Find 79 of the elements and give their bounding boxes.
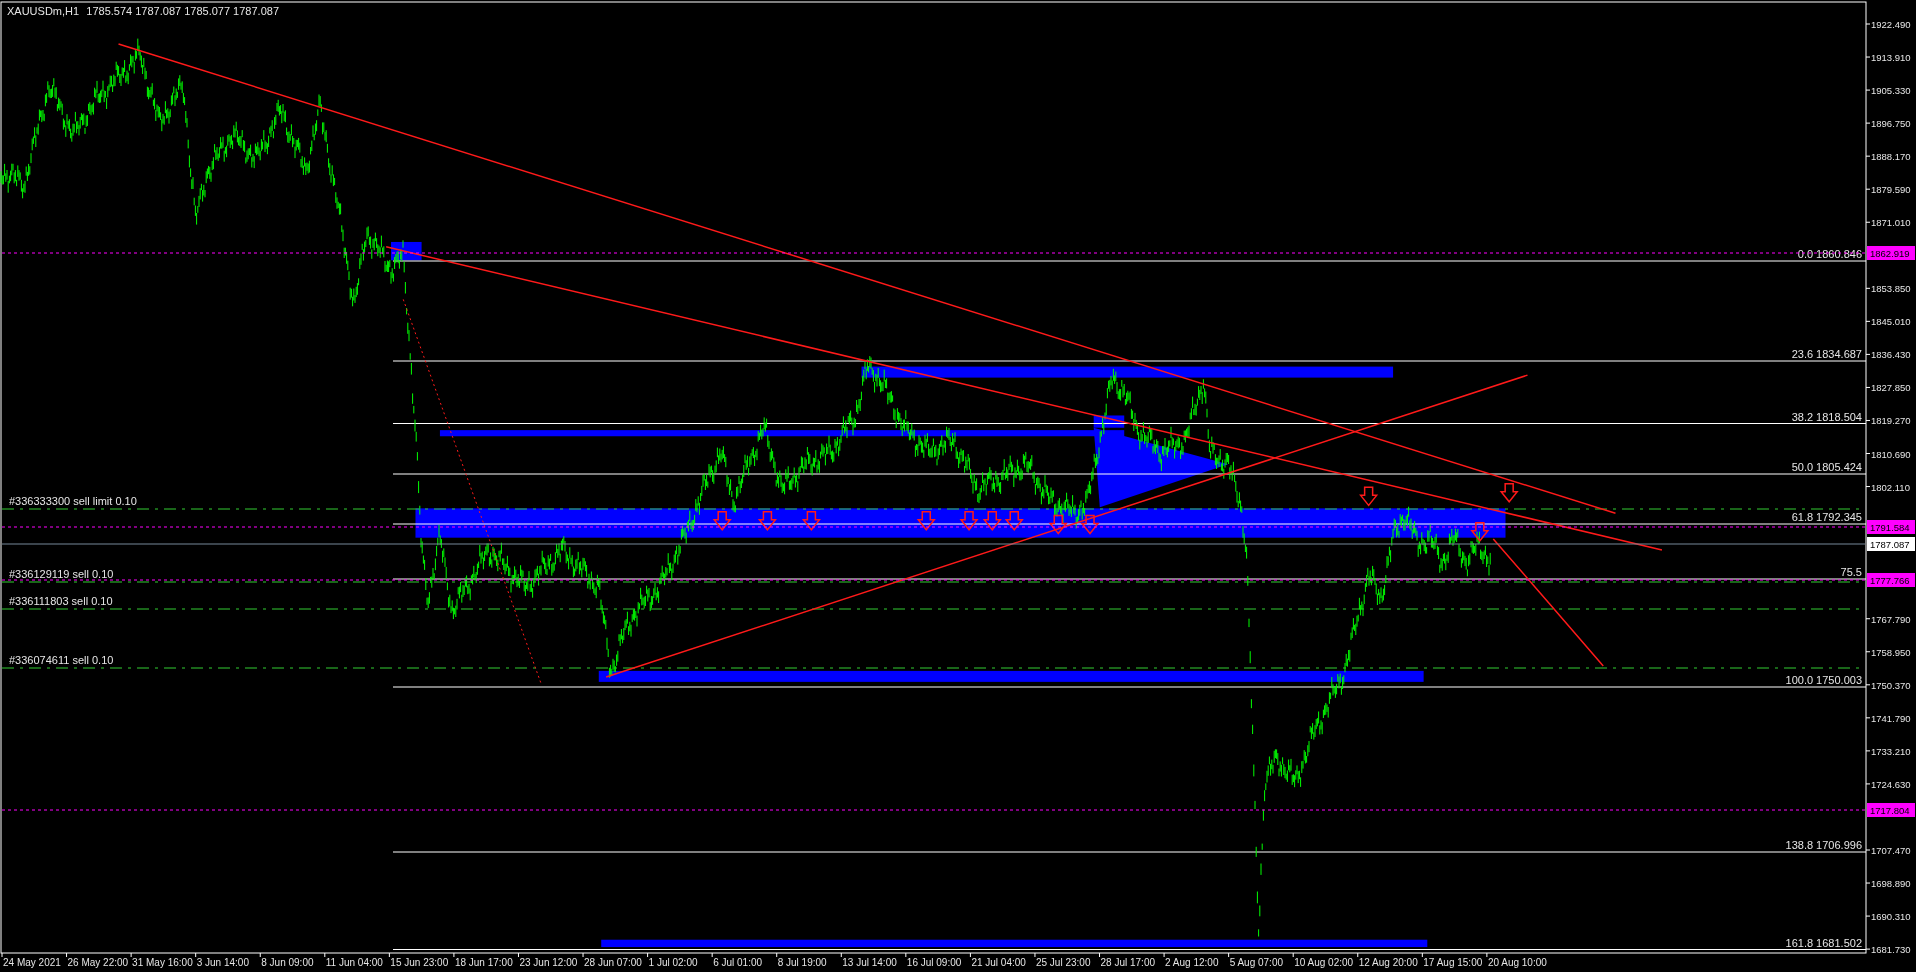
order-label: #336333300 sell limit 0.10 xyxy=(9,495,137,507)
time-axis-label: 26 May 22:00 xyxy=(67,957,129,968)
time-axis-label: 12 Aug 20:00 xyxy=(1358,957,1418,968)
down-arrow-icon xyxy=(757,511,777,531)
price-axis-label: 1845.010 xyxy=(1871,316,1911,328)
price-axis-label: 1879.590 xyxy=(1871,184,1911,196)
time-axis-label: 13 Jul 14:00 xyxy=(842,957,897,968)
price-tag: 1777.766 xyxy=(1867,573,1915,587)
fib-level-label: 75.5 xyxy=(1840,566,1862,578)
time-axis-label: 28 Jun 07:00 xyxy=(584,957,642,968)
time-axis-label: 5 Aug 07:00 xyxy=(1229,957,1284,968)
down-arrow-icon xyxy=(1470,522,1490,542)
price-axis-label: 1853.850 xyxy=(1871,283,1911,295)
order-label: #336074611 sell 0.10 xyxy=(9,654,114,666)
price-axis-label: 1802.110 xyxy=(1871,481,1910,493)
fib-level-label: 38.2 1818.504 xyxy=(1791,410,1862,423)
price-tag: 1862.919 xyxy=(1867,246,1915,260)
price-axis-label: 1905.330 xyxy=(1871,85,1911,97)
down-arrow-icon xyxy=(1080,514,1100,535)
down-arrow-icon xyxy=(801,511,821,531)
time-axis-label: 2 Aug 12:00 xyxy=(1165,957,1219,968)
chart-header: XAUUSDm,H1 1785.574 1787.087 1785.077 1787.087 xyxy=(7,5,279,17)
time-axis-label: 17 Aug 15:00 xyxy=(1423,957,1483,968)
price-axis-label: 1810.690 xyxy=(1871,448,1911,460)
order-label: #336111803 sell 0.10 xyxy=(9,595,113,607)
fib-level-label: 0.0 1860.846 xyxy=(1797,248,1862,260)
price-axis-label: 1896.750 xyxy=(1871,118,1911,130)
time-axis-label: 1 Jul 02:00 xyxy=(648,957,698,968)
time-axis-label: 21 Jul 04:00 xyxy=(971,957,1026,968)
down-arrow-icon xyxy=(1048,514,1068,535)
price-tag: 1717.804 xyxy=(1867,803,1915,817)
fib-level-label: 50.0 1805.424 xyxy=(1791,461,1862,473)
time-axis-label: 24 May 2021 xyxy=(3,957,61,968)
down-arrow-icon xyxy=(959,511,979,531)
time-axis-label: 31 May 16:00 xyxy=(132,957,193,968)
price-tag: 1791.584 xyxy=(1867,520,1915,534)
down-arrow-icon xyxy=(1359,486,1379,507)
price-axis-label: 1733.210 xyxy=(1871,745,1911,757)
down-arrow-icon xyxy=(1499,482,1519,503)
price-axis-label: 1698.890 xyxy=(1871,878,1911,890)
time-axis-label: 8 Jun 09:00 xyxy=(261,957,314,968)
order-label: #336129119 sell 0.10 xyxy=(9,568,114,580)
down-arrow-icon xyxy=(982,511,1002,531)
price-axis-label: 1888.170 xyxy=(1871,151,1911,163)
price-axis-label: 1819.270 xyxy=(1871,415,1911,427)
fib-level-label: 138.8 1706.996 xyxy=(1785,839,1862,851)
price-axis-label: 1758.950 xyxy=(1871,646,1911,658)
price-axis-label: 1724.630 xyxy=(1871,778,1911,790)
price-axis-label: 1922.490 xyxy=(1871,19,1911,30)
time-axis-label: 16 Jul 09:00 xyxy=(906,957,962,968)
time-axis-label: 18 Jun 17:00 xyxy=(454,957,513,968)
time-axis-label: 15 Jun 23:00 xyxy=(390,957,449,968)
price-axis-label: 1681.730 xyxy=(1871,944,1911,956)
price-axis-label: 1707.470 xyxy=(1871,845,1911,856)
price-tag: 1787.087 xyxy=(1867,537,1915,551)
down-arrow-icon xyxy=(1004,511,1024,531)
time-axis-label: 28 Jul 17:00 xyxy=(1100,957,1155,968)
time-axis-label: 23 Jun 12:00 xyxy=(519,957,578,968)
time-axis-label: 8 Jul 19:00 xyxy=(777,957,827,968)
time-axis-label: 11 Jun 04:00 xyxy=(325,957,383,968)
price-axis-label: 1827.850 xyxy=(1871,382,1911,394)
down-arrow-icon xyxy=(916,511,936,531)
price-axis-label: 1767.790 xyxy=(1871,613,1911,625)
fib-level-label: 23.6 1834.687 xyxy=(1791,348,1862,360)
fib-level-label: 161.8 1681.502 xyxy=(1785,936,1862,949)
price-axis-label: 1690.310 xyxy=(1871,911,1911,923)
fib-level-label: 100.0 1750.003 xyxy=(1785,674,1862,686)
time-axis-label: 25 Jul 23:00 xyxy=(1035,957,1091,968)
price-axis-label: 1913.910 xyxy=(1871,52,1911,64)
price-axis-label: 1750.370 xyxy=(1871,679,1911,691)
fib-level-label: 61.8 1792.345 xyxy=(1791,511,1862,523)
price-axis-label: 1741.790 xyxy=(1871,712,1911,724)
down-arrow-icon xyxy=(712,511,732,531)
time-axis-label: 3 Jun 14:00 xyxy=(196,957,249,968)
price-axis-label: 1836.430 xyxy=(1871,349,1911,361)
time-axis-label: 6 Jul 01:00 xyxy=(713,957,763,968)
time-axis-label: 20 Aug 10:00 xyxy=(1487,957,1547,968)
time-axis-label: 10 Aug 02:00 xyxy=(1294,957,1354,968)
price-axis-label: 1871.010 xyxy=(1871,217,1911,229)
